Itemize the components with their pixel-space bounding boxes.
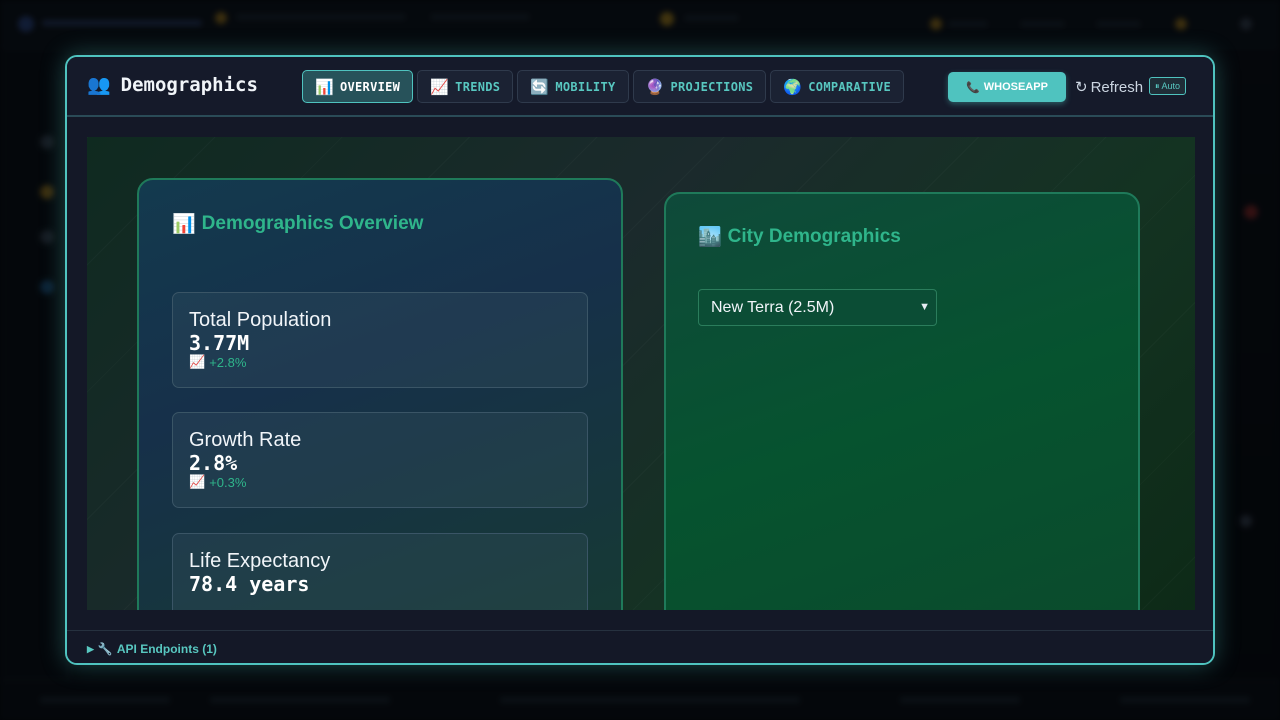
tab-bar: 📊 OVERVIEW 📈 TRENDS 🔄 MOBILITY 🔮 PROJECT… xyxy=(302,70,909,104)
stat-change: 📈 +0.3% xyxy=(189,475,246,490)
tab-trends[interactable]: 📈 TRENDS xyxy=(417,70,514,103)
tab-projections[interactable]: 🔮 PROJECTIONS xyxy=(632,70,767,103)
tab-content: 📊 Demographics Overview Total Population… xyxy=(87,137,1195,610)
city-demographics-card: 🏙️ City Demographics New Terra (2.5M) ▼ xyxy=(664,192,1140,610)
pause-icon: ⏸ xyxy=(1155,80,1160,91)
modal-header: 👥 Demographics 📊 OVERVIEW 📈 TRENDS 🔄 MOB… xyxy=(67,57,1213,117)
tab-overview[interactable]: 📊 OVERVIEW xyxy=(302,70,414,103)
api-endpoints-label: API Endpoints (1) xyxy=(116,642,217,656)
city-title-text: City Demographics xyxy=(727,225,901,247)
bar-chart-icon: 📊 xyxy=(315,77,334,96)
chevron-down-icon: ▼ xyxy=(919,301,930,313)
stat-label: Growth Rate xyxy=(189,429,302,451)
demographics-modal: 👥 Demographics 📊 OVERVIEW 📈 TRENDS 🔄 MOB… xyxy=(65,55,1215,665)
phone-icon: 📞 xyxy=(966,81,980,94)
city-select-value: New Terra (2.5M) xyxy=(711,298,835,316)
wrench-icon: 🔧 xyxy=(97,642,113,656)
tab-label: TRENDS xyxy=(455,79,501,94)
stat-change-text: +0.3% xyxy=(209,475,247,490)
whoseapp-button[interactable]: 📞 WHOSEAPP xyxy=(948,72,1066,102)
stat-card-growth-rate: Growth Rate 2.8% 📈 +0.3% xyxy=(172,412,588,508)
stat-card-life-expectancy: Life Expectancy 78.4 years xyxy=(172,533,588,610)
city-select[interactable]: New Terra (2.5M) ▼ xyxy=(698,289,937,326)
overview-title: 📊 Demographics Overview xyxy=(172,212,424,236)
tab-comparative[interactable]: 🌍 COMPARATIVE xyxy=(770,70,905,103)
stat-label: Total Population xyxy=(189,309,332,331)
people-icon: 👥 xyxy=(87,74,111,96)
city-title: 🏙️ City Demographics xyxy=(698,225,901,249)
tab-label: OVERVIEW xyxy=(339,79,401,94)
stat-card-population: Total Population 3.77M 📈 +2.8% xyxy=(172,292,588,388)
trend-up-icon: 📈 xyxy=(430,77,450,96)
stat-value: 3.77M xyxy=(189,331,250,355)
stat-change-text: +2.8% xyxy=(209,355,247,370)
modal-title: 👥 Demographics xyxy=(87,73,258,97)
stat-value: 2.8% xyxy=(189,451,238,475)
api-endpoints-toggle[interactable]: ▶ 🔧 API Endpoints (1) xyxy=(87,642,217,656)
refresh-icon: ↻ xyxy=(1075,79,1088,96)
tab-label: MOBILITY xyxy=(555,79,616,94)
stat-label: Life Expectancy xyxy=(189,550,331,572)
bar-chart-icon: 📊 xyxy=(172,213,196,235)
globe-icon: 🌍 xyxy=(783,77,803,96)
tab-mobility[interactable]: 🔄 MOBILITY xyxy=(517,70,629,103)
trend-up-icon: 📈 xyxy=(189,355,206,370)
stat-change: 📈 +2.8% xyxy=(189,355,246,370)
refresh-button[interactable]: ↻ Refresh xyxy=(1075,78,1144,97)
refresh-label: Refresh xyxy=(1090,78,1144,96)
auto-refresh-toggle[interactable]: ⏸ Auto xyxy=(1149,77,1187,95)
cycle-arrows-icon: 🔄 xyxy=(530,77,550,96)
tab-label: PROJECTIONS xyxy=(670,79,754,94)
crystal-ball-icon: 🔮 xyxy=(645,77,665,96)
tab-label: COMPARATIVE xyxy=(808,79,892,94)
modal-title-text: Demographics xyxy=(120,73,258,96)
overview-title-text: Demographics Overview xyxy=(201,212,424,234)
overview-card: 📊 Demographics Overview Total Population… xyxy=(137,178,623,610)
stat-value: 78.4 years xyxy=(189,572,310,596)
trend-up-icon: 📈 xyxy=(189,475,206,490)
cityscape-icon: 🏙️ xyxy=(698,226,722,248)
disclosure-triangle-icon: ▶ xyxy=(87,643,94,654)
auto-label: Auto xyxy=(1161,81,1181,91)
whoseapp-label: WHOSEAPP xyxy=(983,81,1048,93)
modal-footer: ▶ 🔧 API Endpoints (1) xyxy=(67,630,1213,663)
